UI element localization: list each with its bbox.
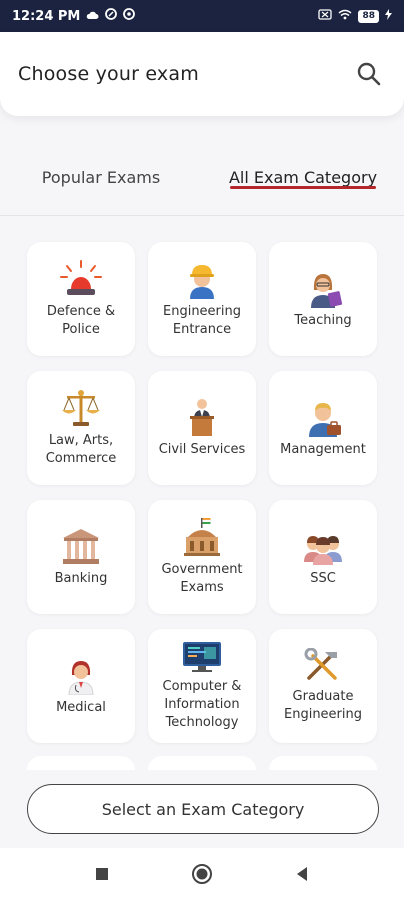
category-card-teaching[interactable]: Teaching <box>269 242 377 356</box>
category-label: Management <box>280 442 366 457</box>
active-tab-indicator <box>230 186 376 189</box>
category-label: Banking <box>54 571 108 586</box>
back-button[interactable] <box>287 859 317 889</box>
status-time: 12:24 PM <box>12 8 81 24</box>
category-label: Medical <box>56 700 106 715</box>
app-header: Choose your exam <box>0 32 404 116</box>
category-label: Graduate Engineering <box>284 689 362 722</box>
computer-icon <box>183 642 221 672</box>
group-icon <box>304 536 342 565</box>
exam-tabs: Popular Exams All Exam Category <box>0 140 404 216</box>
category-label: Law, Arts, Commerce <box>45 433 117 466</box>
category-grid: Defence & Police Engineering Entrance Teac… <box>27 242 379 743</box>
category-label: Engineering Entrance <box>163 304 241 337</box>
tab-all-exam-category[interactable]: All Exam Category <box>202 140 404 215</box>
status-bar: 12:24 PM 88 <box>0 0 404 32</box>
square-icon <box>96 868 108 880</box>
sim-icon <box>318 9 333 23</box>
category-card-computer-it[interactable]: Computer & Information Technology <box>148 629 256 743</box>
podium-icon <box>190 399 214 436</box>
engineer-icon <box>190 265 214 299</box>
doctor-icon <box>68 661 94 695</box>
category-card-ssc[interactable]: SSC <box>269 500 377 614</box>
tab-label: Popular Exams <box>41 168 161 187</box>
category-label: Civil Services <box>158 442 246 457</box>
cloud-icon <box>86 9 99 24</box>
category-card-engineering-entrance[interactable]: Engineering Entrance <box>148 242 256 356</box>
government-building-icon <box>184 518 220 556</box>
app-notification-icon-2 <box>123 8 136 24</box>
category-label: Teaching <box>294 313 352 328</box>
category-label: Computer & Information Technology <box>162 679 242 730</box>
app-notification-icon <box>105 8 118 24</box>
category-label: SSC <box>310 571 336 586</box>
category-card-management[interactable]: Management <box>269 371 377 485</box>
category-card-banking[interactable]: Banking <box>27 500 135 614</box>
category-card-medical[interactable]: Medical <box>27 629 135 743</box>
recent-apps-button[interactable] <box>87 859 117 889</box>
back-triangle-icon <box>297 867 307 881</box>
siren-icon <box>60 260 102 295</box>
wifi-icon <box>338 9 352 23</box>
home-button[interactable] <box>187 859 217 889</box>
teacher-icon <box>311 274 343 308</box>
select-exam-category-button[interactable]: Select an Exam Category <box>27 784 379 834</box>
bank-icon <box>63 529 99 564</box>
scales-icon <box>62 390 100 426</box>
category-label: Defence & Police <box>46 304 116 337</box>
page-title: Choose your exam <box>18 63 199 85</box>
search-button[interactable] <box>352 57 386 91</box>
system-nav-bar <box>0 848 404 900</box>
tools-icon <box>304 648 337 680</box>
tab-popular-exams[interactable]: Popular Exams <box>0 140 202 215</box>
category-card-graduate-engineering[interactable]: Graduate Engineering <box>269 629 377 743</box>
tab-label: All Exam Category <box>228 168 378 187</box>
manager-icon <box>309 403 341 437</box>
category-card-defence-police[interactable]: Defence & Police <box>27 242 135 356</box>
circle-icon <box>192 864 212 884</box>
search-icon <box>357 62 381 86</box>
category-card-law-arts-commerce[interactable]: Law, Arts, Commerce <box>27 371 135 485</box>
category-card-civil-services[interactable]: Civil Services <box>148 371 256 485</box>
battery-indicator: 88 <box>358 9 379 23</box>
charging-icon <box>385 9 392 23</box>
category-card-government-exams[interactable]: Government Exams <box>148 500 256 614</box>
category-label: Government Exams <box>161 562 243 595</box>
